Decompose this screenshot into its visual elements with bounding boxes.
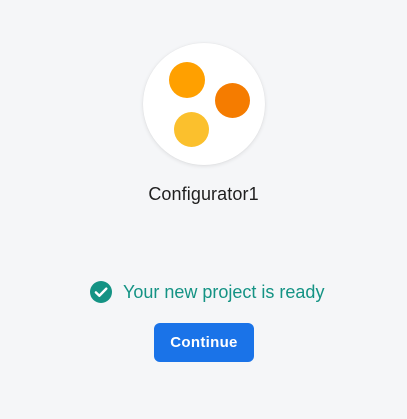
logo-dot-top-left (169, 62, 205, 98)
continue-button[interactable]: Continue (154, 323, 254, 362)
project-logo (143, 43, 265, 165)
logo-dot-bottom (174, 112, 209, 147)
logo-dot-right (215, 83, 250, 118)
status-row: Your new project is ready (90, 280, 324, 304)
project-name: Configurator1 (148, 184, 259, 204)
check-circle-icon (90, 281, 112, 303)
status-message: Your new project is ready (123, 281, 325, 302)
